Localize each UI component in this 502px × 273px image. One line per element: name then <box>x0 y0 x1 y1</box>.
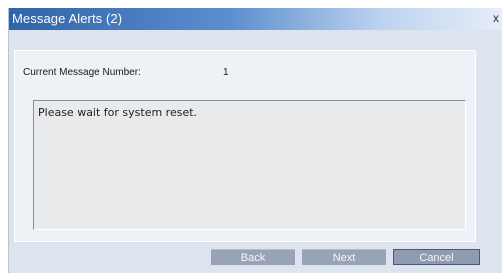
close-icon[interactable]: x <box>490 11 502 25</box>
dialog-title: Message Alerts (2) <box>12 11 123 26</box>
message-text: Please wait for system reset. <box>38 106 198 119</box>
dialog-titlebar[interactable]: Message Alerts (2) x <box>9 8 502 30</box>
back-button[interactable]: Back <box>211 249 295 265</box>
current-message-number: 1 <box>223 67 229 78</box>
current-message-label: Current Message Number: <box>23 67 141 78</box>
message-text-box[interactable]: Please wait for system reset. <box>33 100 466 230</box>
cancel-button[interactable]: Cancel <box>393 249 480 265</box>
next-button[interactable]: Next <box>302 249 386 265</box>
